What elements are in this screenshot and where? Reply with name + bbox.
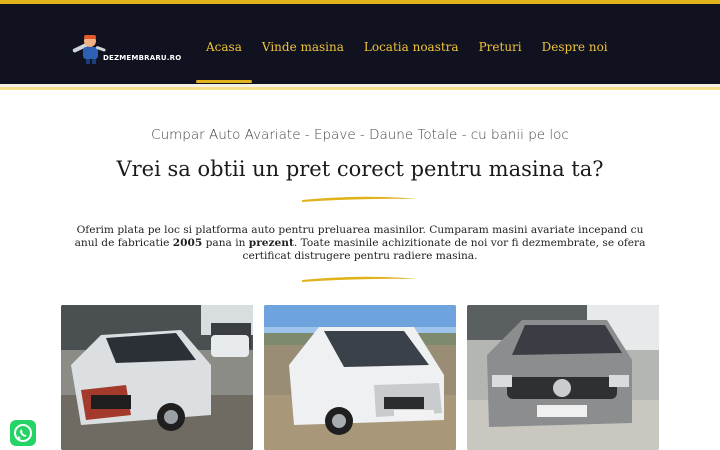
logo-text[interactable]: DEZMEMBRARU.RO [103, 54, 181, 62]
description-text: pana in [202, 237, 249, 249]
nav-item-despre-noi[interactable]: Despre noi [542, 40, 608, 54]
damaged-mercedes-photo [61, 305, 253, 450]
damaged-dacia-photo [264, 305, 456, 450]
decorative-swoosh [302, 276, 418, 282]
main-nav: Acasa Vinde masina Locatia noastra Pretu… [196, 40, 628, 83]
nav-item-acasa[interactable]: Acasa [196, 40, 252, 83]
nav-item-vinde-masina[interactable]: Vinde masina [262, 40, 344, 54]
hero-headline: Vrei sa obtii un pret corect pentru masi… [116, 157, 604, 181]
description-present: prezent [248, 237, 294, 249]
hero-description: Oferim plata pe loc si platforma auto pe… [68, 224, 652, 263]
hero-subtitle: Cumpar Auto Avariate - Epave - Daune Tot… [151, 127, 569, 143]
description-text: . Toate masinile achizitionate de noi vo… [242, 237, 646, 262]
header-divider-accent [0, 87, 720, 90]
nav-item-preturi[interactable]: Preturi [479, 40, 522, 54]
whatsapp-icon [14, 424, 32, 442]
damaged-vw-passat-photo [467, 305, 659, 450]
description-year: 2005 [172, 237, 203, 249]
decorative-swoosh [302, 196, 418, 202]
nav-item-locatia-noastra[interactable]: Locatia noastra [364, 40, 459, 54]
whatsapp-button[interactable] [10, 420, 36, 446]
